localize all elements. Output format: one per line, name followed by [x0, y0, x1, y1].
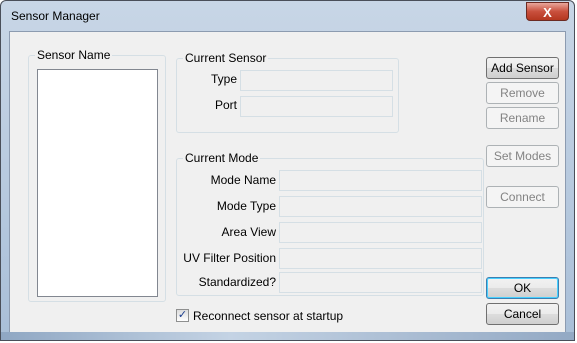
- close-button[interactable]: X: [526, 2, 569, 21]
- cancel-button[interactable]: Cancel: [486, 303, 559, 325]
- window-title: Sensor Manager: [11, 9, 100, 23]
- remove-button[interactable]: Remove: [486, 82, 559, 104]
- mode-type-label: Mode Type: [216, 199, 276, 213]
- type-field: [240, 70, 393, 91]
- ok-button[interactable]: OK: [486, 277, 559, 299]
- sensor-manager-window: Sensor Manager X Sensor Name Current Sen…: [0, 0, 575, 341]
- reconnect-checkbox-label[interactable]: Reconnect sensor at startup: [193, 309, 343, 323]
- type-label: Type: [210, 72, 237, 86]
- sensor-listbox[interactable]: [37, 69, 158, 297]
- reconnect-checkbox[interactable]: ✓: [176, 309, 189, 322]
- dialog-body: Sensor Name Current Sensor Type Port Cur…: [9, 31, 566, 334]
- sensor-name-label: Sensor Name: [35, 48, 113, 62]
- title-bar[interactable]: Sensor Manager X: [1, 1, 574, 31]
- current-mode-label: Current Mode: [183, 151, 261, 165]
- port-field: [240, 96, 393, 117]
- uv-filter-position-field: [279, 248, 482, 269]
- mode-type-field: [279, 196, 482, 217]
- bottom-frame-edge: [1, 332, 574, 340]
- set-modes-button[interactable]: Set Modes: [486, 145, 559, 167]
- sensor-name-group: Sensor Name: [28, 48, 166, 302]
- add-sensor-button[interactable]: Add Sensor: [486, 57, 559, 79]
- area-view-field: [279, 222, 482, 243]
- standardized-label: Standardized?: [198, 275, 276, 289]
- mode-name-field: [279, 170, 482, 191]
- rename-button[interactable]: Rename: [486, 107, 559, 129]
- mode-name-label: Mode Name: [210, 173, 276, 187]
- current-sensor-label: Current Sensor: [183, 51, 269, 65]
- area-view-label: Area View: [221, 225, 276, 239]
- port-label: Port: [214, 98, 237, 112]
- connect-button[interactable]: Connect: [486, 186, 559, 208]
- current-mode-group: Current Mode Mode Name Mode Type Area Vi…: [176, 151, 484, 296]
- uv-filter-position-label: UV Filter Position: [183, 251, 276, 265]
- standardized-field: [279, 272, 482, 293]
- current-sensor-group: Current Sensor Type Port: [176, 51, 399, 133]
